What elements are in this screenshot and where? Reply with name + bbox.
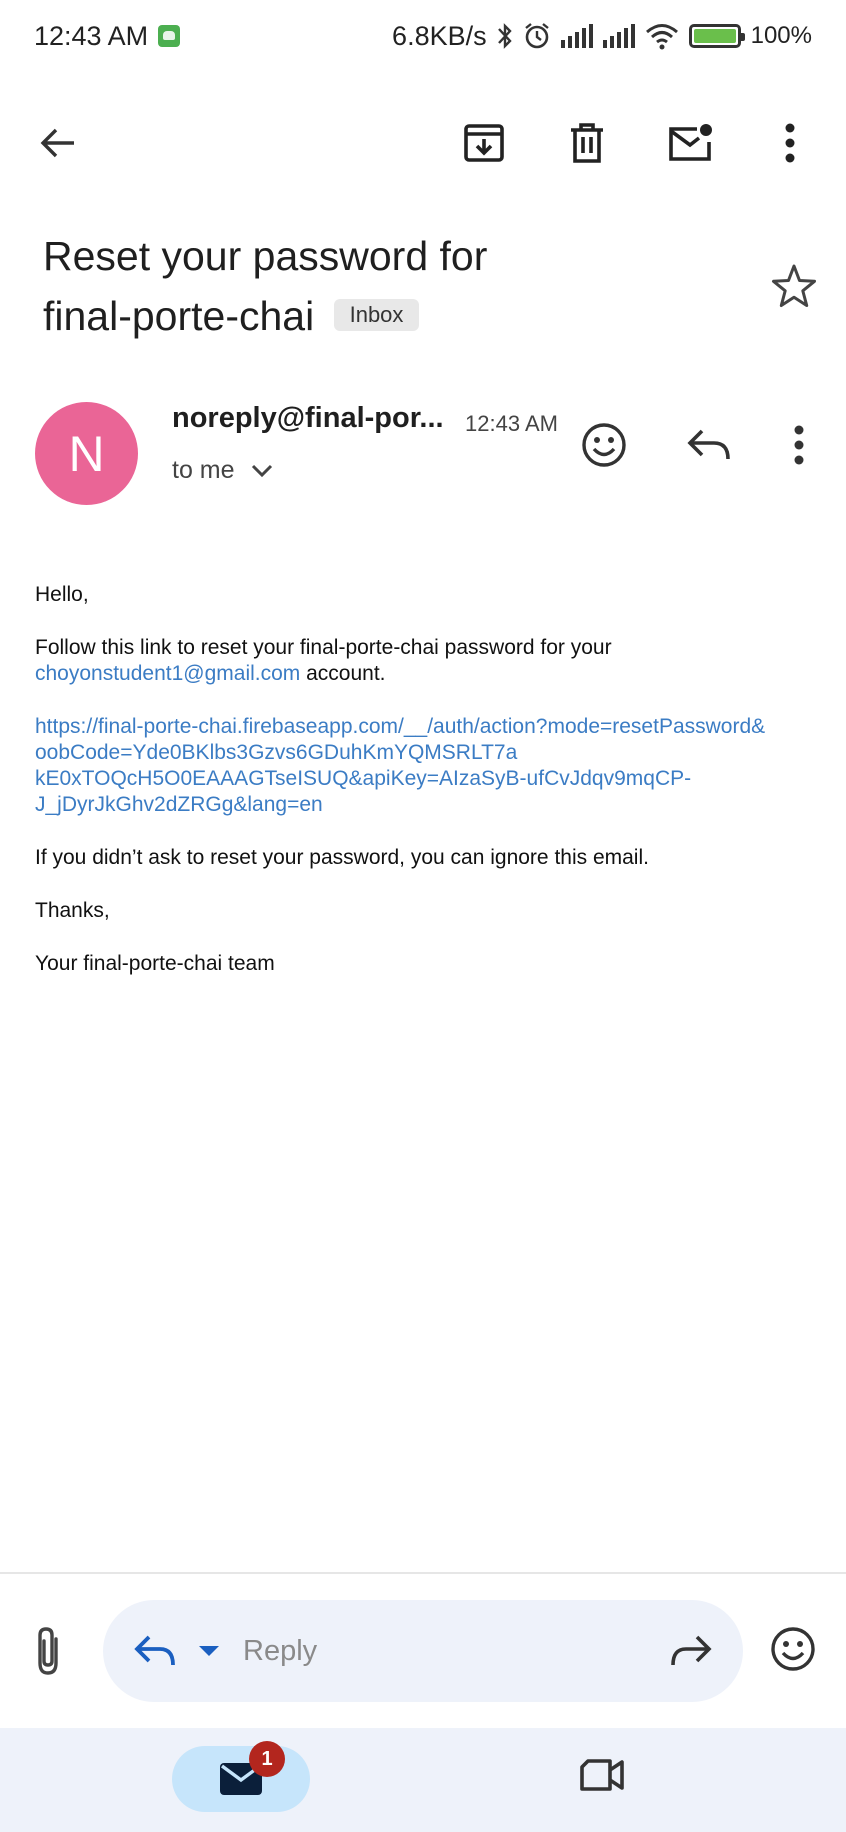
more-options-button[interactable] xyxy=(764,117,816,169)
email-subject: Reset your password for final-porte-chai… xyxy=(43,226,743,346)
trash-icon xyxy=(571,123,603,163)
paperclip-icon xyxy=(38,1627,58,1675)
battery-icon xyxy=(688,24,745,48)
video-camera-icon xyxy=(580,1759,624,1791)
emoji-reaction-button[interactable] xyxy=(769,1625,819,1675)
reset-link[interactable]: https://final-porte-chai.firebaseapp.com… xyxy=(35,714,815,818)
arrow-left-icon xyxy=(40,128,74,158)
sender-avatar[interactable]: N xyxy=(35,402,138,505)
chevron-down-icon xyxy=(251,464,272,477)
star-icon xyxy=(772,264,816,307)
more-vert-icon xyxy=(785,123,795,163)
emoji-icon xyxy=(771,1627,815,1671)
reply-icon[interactable] xyxy=(133,1633,177,1669)
account-email-link[interactable]: choyonstudent1@gmail.com xyxy=(35,662,300,685)
reset-link-line[interactable]: oobCode=Yde0BKlbs3Gzvs6GDuhKmYQMSRLT7a xyxy=(35,740,815,766)
unread-badge: 1 xyxy=(249,1741,285,1777)
alarm-icon xyxy=(524,23,549,49)
intro-paragraph: Follow this link to reset your final-por… xyxy=(35,635,815,687)
email-toolbar xyxy=(0,95,846,191)
inbox-label-chip[interactable]: Inbox xyxy=(333,299,420,332)
add-reaction-button[interactable] xyxy=(579,420,629,470)
more-vert-icon xyxy=(794,425,804,465)
account-suffix: account. xyxy=(300,662,386,685)
wifi-icon xyxy=(645,24,678,50)
subject-line-1: Reset your password for xyxy=(43,233,488,279)
archive-button[interactable] xyxy=(458,117,510,169)
mail-unread-icon xyxy=(669,124,712,161)
greeting: Hello, xyxy=(35,583,89,606)
nav-tab-mail[interactable] xyxy=(172,1746,310,1812)
email-body: Hello, Follow this link to reset your fi… xyxy=(35,582,815,1004)
intro-text: Follow this link to reset your final-por… xyxy=(35,636,612,659)
ignore-notice: If you didn’t ask to reset your password… xyxy=(35,846,649,869)
network-speed: 6.8KB/s xyxy=(392,20,487,51)
reset-link-line[interactable]: J_jDyrJkGhv2dZRGg&lang=en xyxy=(35,792,815,818)
reset-link-line[interactable]: kE0xTOQcH5O0EAAAGTseISUQ&apiKey=AIzaSyB-… xyxy=(35,766,815,792)
archive-icon xyxy=(464,124,504,162)
thanks-text: Thanks, xyxy=(35,899,110,922)
delete-button[interactable] xyxy=(561,117,613,169)
status-bar: 12:43 AM 6.8KB/s 100% xyxy=(0,0,846,72)
star-button[interactable] xyxy=(768,260,820,312)
signal-icon-2 xyxy=(602,24,635,48)
emoji-icon xyxy=(582,423,626,467)
recipient-label: to me xyxy=(172,456,235,484)
subject-line-2: final-porte-chai xyxy=(43,293,315,339)
reply-composer[interactable]: Reply xyxy=(103,1600,743,1702)
reply-icon xyxy=(687,429,730,460)
reply-placeholder[interactable]: Reply xyxy=(243,1635,669,1668)
reply-button[interactable] xyxy=(684,420,734,470)
forward-icon[interactable] xyxy=(669,1633,713,1669)
message-more-button[interactable] xyxy=(774,420,824,470)
mark-unread-button[interactable] xyxy=(664,117,716,169)
sender-name[interactable]: noreply@final-por... xyxy=(172,402,444,435)
divider xyxy=(0,1572,846,1574)
signal-icon xyxy=(560,24,593,48)
signature: Your final-porte-chai team xyxy=(35,952,275,975)
reply-type-dropdown-icon[interactable] xyxy=(197,1644,221,1658)
status-time: 12:43 AM xyxy=(34,20,149,51)
email-time: 12:43 AM xyxy=(465,411,558,436)
back-button[interactable] xyxy=(32,117,84,169)
bottom-navigation xyxy=(0,1728,846,1832)
nav-tab-meet[interactable] xyxy=(578,1755,630,1805)
bluetooth-icon xyxy=(497,23,512,49)
battery-level: 100% xyxy=(750,22,812,49)
android-app-icon xyxy=(158,25,181,47)
reset-link-line[interactable]: https://final-porte-chai.firebaseapp.com… xyxy=(35,714,815,740)
recipient-details-toggle[interactable]: to me xyxy=(172,456,273,485)
attach-button[interactable] xyxy=(28,1625,72,1677)
